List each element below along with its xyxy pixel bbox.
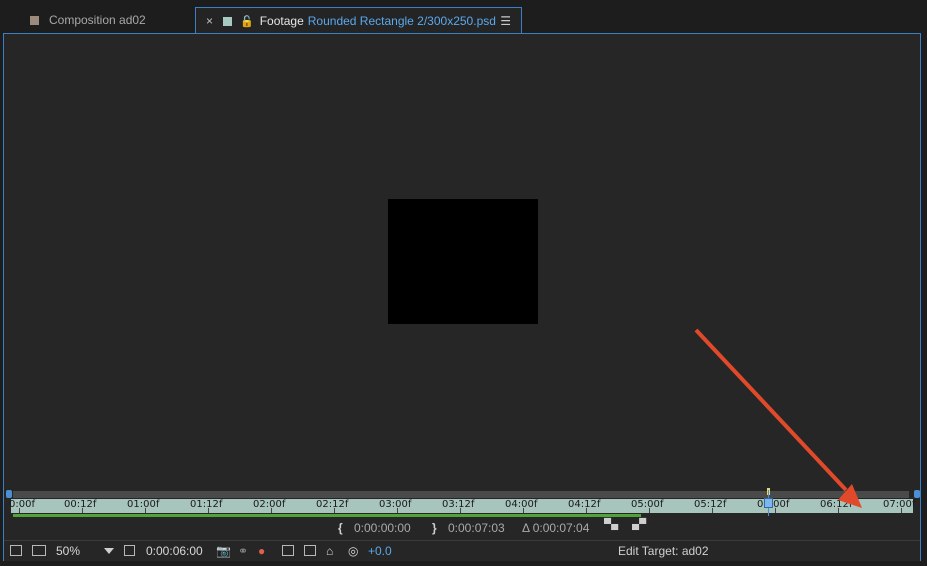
- close-icon[interactable]: ×: [206, 14, 213, 28]
- transparency-grid-icon[interactable]: [304, 545, 316, 556]
- playhead[interactable]: [764, 488, 774, 516]
- footage-viewer[interactable]: [4, 34, 920, 489]
- lock-icon[interactable]: 🔓: [240, 15, 254, 28]
- tick-mark: [460, 508, 461, 513]
- snapshot-icon[interactable]: ⚭: [238, 544, 248, 558]
- camera-icon[interactable]: 📷: [216, 544, 231, 558]
- tick-mark: [82, 508, 83, 513]
- tick-label: 04:12f: [568, 499, 601, 510]
- ruler-ticks: 0:00f 00:12f 01:00f 01:12f 02:00f 02:12f 03:00…: [9, 499, 916, 513]
- playhead-head[interactable]: [764, 498, 773, 508]
- tick-mark: [19, 508, 20, 513]
- tick-mark: [838, 508, 839, 513]
- footage-panel: 0:00f 00:12f 01:00f 01:12f 02:00f 02:12f 03:00…: [3, 33, 921, 561]
- footage-preview: [388, 199, 538, 324]
- tick-label: 01:00f: [127, 499, 160, 510]
- tick-mark: [208, 508, 209, 513]
- monitor-icon[interactable]: [32, 545, 46, 556]
- zoom-dropdown-icon[interactable]: [104, 548, 114, 554]
- duration-time: Δ 0:00:07:04: [522, 521, 590, 535]
- in-point-handle[interactable]: [6, 490, 12, 498]
- panel-menu-icon[interactable]: ☰: [500, 14, 511, 28]
- grid-icon[interactable]: [282, 545, 294, 556]
- tick-label: 05:00f: [631, 499, 664, 510]
- tick-label: 00:12f: [64, 499, 97, 510]
- exposure-icon[interactable]: ◎: [348, 544, 358, 558]
- time-info-bar: { 0:00:00:00 } 0:00:07:03 Δ 0:00:07:04 ▀…: [4, 518, 920, 536]
- zoom-level[interactable]: 50%: [56, 544, 80, 558]
- tick-mark: [712, 508, 713, 513]
- tick-label: 04:00f: [505, 499, 538, 510]
- tab-footage-prefix: Footage: [259, 14, 304, 28]
- in-point-icon[interactable]: {: [338, 521, 343, 535]
- tab-footage[interactable]: × 🔓 Footage Rounded Rectangle 2/300x250.…: [195, 7, 522, 34]
- out-point-time[interactable]: 0:00:07:03: [448, 521, 505, 535]
- out-point-icon[interactable]: }: [432, 521, 437, 535]
- tick-mark: [901, 508, 902, 513]
- tick-label: 01:12f: [190, 499, 223, 510]
- tick-mark: [397, 508, 398, 513]
- tick-mark: [334, 508, 335, 513]
- tick-mark: [523, 508, 524, 513]
- tick-label: 05:12f: [694, 499, 727, 510]
- color-channels-icon[interactable]: ●: [258, 544, 265, 558]
- tick-label: 06:12f: [820, 499, 853, 510]
- ruler-track: [13, 491, 909, 498]
- tick-label: 0:00f: [9, 499, 35, 510]
- ripple-insert-icon[interactable]: ▀▄: [604, 519, 618, 530]
- footage-color-swatch: [223, 16, 233, 26]
- tab-footage-label: Rounded Rectangle 2/300x250.psd: [307, 14, 496, 28]
- tick-mark: [586, 508, 587, 513]
- viewer-toolbar: 50% 0:00:06:00 📷 ⚭ ● ⌂ ◎ +0.0 Edit Targe…: [4, 540, 920, 561]
- output-icon[interactable]: ⌂: [326, 544, 333, 558]
- region-of-interest-icon[interactable]: [124, 545, 135, 556]
- tick-label: 03:00f: [379, 499, 412, 510]
- out-point-handle[interactable]: [914, 490, 920, 498]
- exposure-value[interactable]: +0.0: [368, 544, 392, 558]
- overlay-edit-icon[interactable]: ▄▀: [632, 519, 646, 530]
- tick-label: 03:12f: [442, 499, 475, 510]
- work-area-bar: [13, 514, 641, 517]
- tick-label: 07:00f: [883, 499, 916, 510]
- tab-composition-label: Composition ad02: [49, 13, 146, 27]
- tick-label: 02:12f: [316, 499, 349, 510]
- current-time[interactable]: 0:00:06:00: [146, 544, 203, 558]
- tick-mark: [271, 508, 272, 513]
- tab-composition[interactable]: Composition ad02: [22, 7, 146, 33]
- edit-target: Edit Target: ad02: [618, 544, 709, 558]
- tick-mark: [649, 508, 650, 513]
- always-preview-icon[interactable]: [10, 545, 22, 556]
- tick-mark: [775, 508, 776, 513]
- tab-bar: Composition ad02 × 🔓 Footage Rounded Rec…: [0, 0, 927, 34]
- tick-mark: [145, 508, 146, 513]
- in-point-time[interactable]: 0:00:00:00: [354, 521, 411, 535]
- time-ruler[interactable]: 0:00f 00:12f 01:00f 01:12f 02:00f 02:12f 03:00…: [4, 488, 920, 517]
- tick-label: 02:00f: [253, 499, 286, 510]
- composition-color-swatch: [30, 15, 39, 25]
